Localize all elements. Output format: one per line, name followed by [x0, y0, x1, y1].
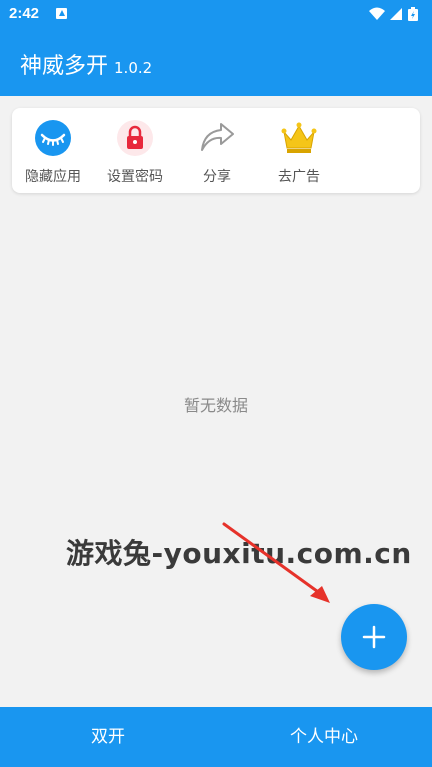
share-button[interactable]: 分享 — [176, 120, 258, 186]
hide-apps-button[interactable]: 隐藏应用 — [12, 120, 94, 186]
add-app-button[interactable] — [341, 604, 407, 670]
status-bar: 2:42 — [0, 0, 432, 30]
app-name: 神威多开 — [20, 54, 109, 79]
status-time: 2:42 — [9, 5, 40, 22]
remove-ads-button[interactable]: 去广告 — [258, 120, 340, 186]
quick-actions-card: 隐藏应用 设置密码 分享 去广告 — [12, 108, 420, 193]
cellular-signal-icon — [390, 8, 402, 20]
app-header: 2:42 神威多开 1.0.2 — [0, 0, 432, 96]
hide-apps-label: 隐藏应用 — [25, 169, 81, 185]
lock-icon — [117, 120, 153, 156]
system-status-icons — [369, 7, 418, 21]
app-title: 神威多开 1.0.2 — [20, 48, 152, 80]
share-label: 分享 — [203, 169, 231, 185]
bottom-nav: 双开 个人中心 — [0, 707, 432, 767]
share-arrow-icon — [199, 120, 235, 156]
app-version: 1.0.2 — [114, 59, 153, 77]
set-password-label: 设置密码 — [107, 169, 163, 185]
wifi-icon — [369, 7, 385, 20]
plus-icon — [362, 625, 386, 649]
notification-icon — [56, 8, 67, 19]
tab-personal-center[interactable]: 个人中心 — [216, 707, 432, 767]
annotation-arrow — [222, 522, 330, 603]
empty-state-text: 暂无数据 — [183, 396, 248, 415]
battery-icon — [408, 7, 418, 21]
eye-closed-icon — [35, 120, 71, 156]
crown-icon — [281, 120, 317, 156]
set-password-button[interactable]: 设置密码 — [94, 120, 176, 186]
remove-ads-label: 去广告 — [278, 169, 320, 185]
tab-dual-open[interactable]: 双开 — [0, 707, 216, 767]
